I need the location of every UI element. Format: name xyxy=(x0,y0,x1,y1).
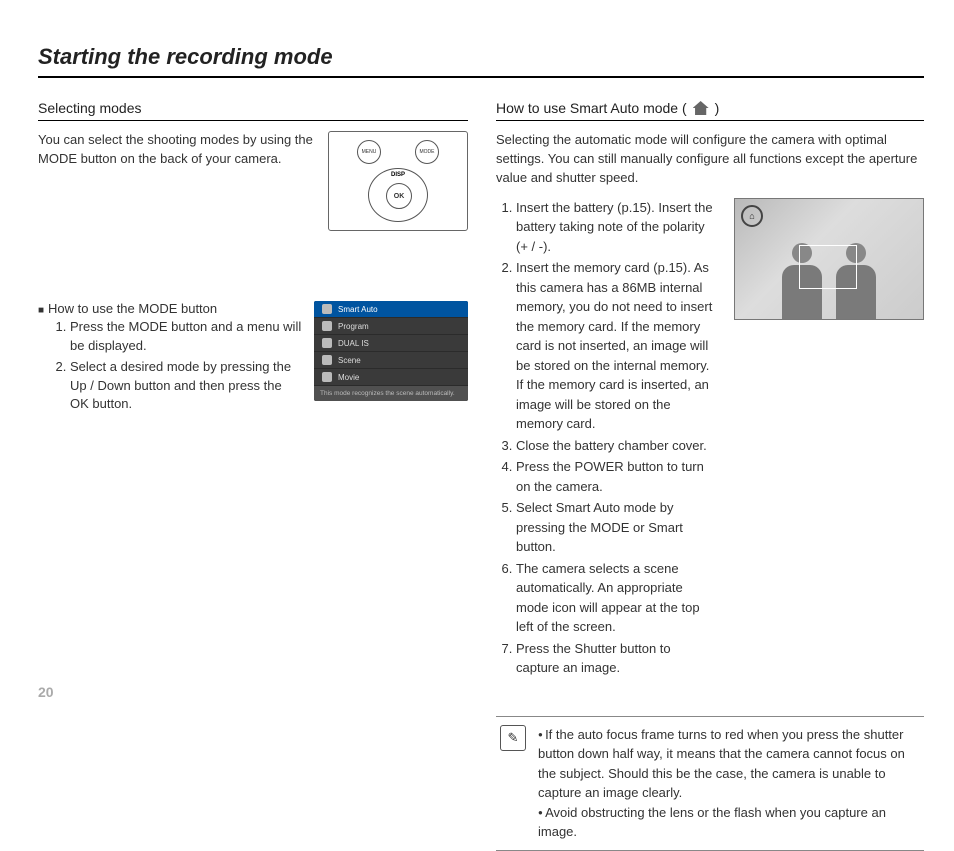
dual-is-icon xyxy=(322,338,332,348)
square-bullet-icon: ■ xyxy=(38,305,44,316)
smart-auto-intro: Selecting the automatic mode will config… xyxy=(496,131,924,188)
camera-back-illustration: MENU MODE DISP OK xyxy=(328,131,468,231)
mode-menu-screenshot: Smart Auto Program DUAL IS Scene Movie T… xyxy=(314,301,468,401)
page-title: Starting the recording mode xyxy=(38,44,924,78)
selecting-modes-intro: You can select the shooting modes by usi… xyxy=(38,131,316,169)
scene-icon xyxy=(322,355,332,365)
smart-auto-icon xyxy=(322,304,332,314)
mode-menu-footer: This mode recognizes the scene automatic… xyxy=(314,386,468,401)
smart-auto-steps: Insert the battery (p.15). Insert the ba… xyxy=(496,198,716,680)
mode-menu-item-scene: Scene xyxy=(314,352,468,369)
note-item: Avoid obstructing the lens or the flash … xyxy=(538,803,920,842)
mode-menu-item-movie: Movie xyxy=(314,369,468,386)
movie-icon xyxy=(322,372,332,382)
note-item: If the auto focus frame turns to red whe… xyxy=(538,725,920,803)
lcd-preview-illustration: ⌂ xyxy=(734,198,924,320)
program-icon xyxy=(322,321,332,331)
note-box: ✎ If the auto focus frame turns to red w… xyxy=(496,716,924,851)
mode-button-icon: MODE xyxy=(415,140,439,164)
autofocus-frame-icon xyxy=(799,245,857,289)
page-number: 20 xyxy=(38,684,54,700)
howto-mode-title: ■How to use the MODE button xyxy=(38,301,302,316)
mode-menu-item-program: Program xyxy=(314,318,468,335)
note-icon: ✎ xyxy=(500,725,526,751)
howto-mode-steps: Press the MODE button and a menu will be… xyxy=(70,318,302,414)
column-right: How to use Smart Auto mode ( ) Selecting… xyxy=(496,100,924,851)
dpad-icon: DISP OK xyxy=(368,168,428,222)
mode-menu-item-dual-is: DUAL IS xyxy=(314,335,468,352)
two-columns: Selecting modes You can select the shoot… xyxy=(38,100,924,851)
manual-page: Starting the recording mode Selecting mo… xyxy=(0,0,954,720)
section-heading-smart-auto: How to use Smart Auto mode ( ) xyxy=(496,100,924,121)
menu-button-icon: MENU xyxy=(357,140,381,164)
smart-auto-mode-icon xyxy=(693,101,709,115)
column-left: Selecting modes You can select the shoot… xyxy=(38,100,468,851)
section-heading-selecting-modes: Selecting modes xyxy=(38,100,468,121)
ok-button-icon: OK xyxy=(386,183,412,209)
mode-menu-item-smart-auto: Smart Auto xyxy=(314,301,468,318)
disp-label: DISP xyxy=(391,172,405,178)
